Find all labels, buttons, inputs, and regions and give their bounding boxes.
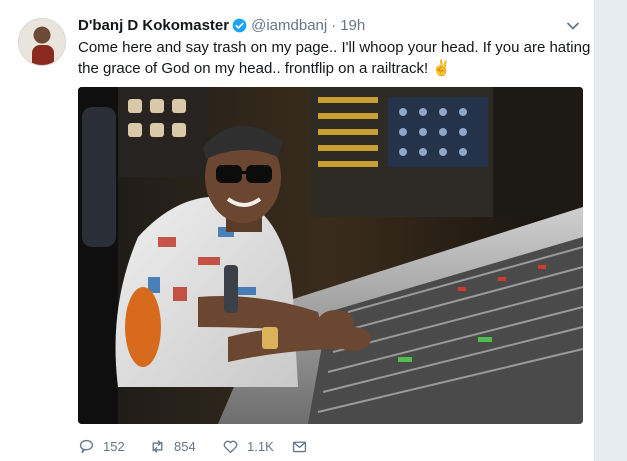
tweet-actions: 152 854 1.1K bbox=[78, 436, 308, 456]
tweet-text: Come here and say trash on my page.. I'l… bbox=[78, 37, 591, 79]
tweet-text-line-1: Come here and say trash on my page.. I'l… bbox=[78, 39, 591, 56]
retweet-button[interactable]: 854 bbox=[149, 438, 208, 455]
heart-icon bbox=[223, 440, 238, 453]
timestamp[interactable]: 19h bbox=[340, 17, 365, 34]
tweet-header: D'banj D Kokomaster @iamdbanj · 19h bbox=[78, 15, 365, 35]
reply-icon bbox=[79, 439, 94, 453]
verified-badge-icon bbox=[232, 18, 247, 32]
tweet-text-line-2: the grace of God on my head.. frontflip … bbox=[78, 60, 452, 77]
retweet-icon bbox=[152, 439, 163, 453]
like-button[interactable]: 1.1K bbox=[222, 438, 281, 455]
studio-photo-illustration bbox=[78, 87, 583, 424]
chevron-down-icon[interactable] bbox=[566, 19, 580, 33]
handle[interactable]: @iamdbanj bbox=[251, 17, 327, 34]
reply-count: 152 bbox=[103, 438, 125, 454]
separator-dot: · bbox=[331, 16, 337, 34]
avatar[interactable] bbox=[18, 18, 66, 66]
tweet-photo[interactable] bbox=[78, 87, 583, 424]
envelope-icon bbox=[292, 441, 307, 452]
direct-message-button[interactable] bbox=[291, 438, 308, 455]
tweet-card[interactable]: D'banj D Kokomaster @iamdbanj · 19h Come… bbox=[0, 0, 595, 461]
reply-button[interactable]: 152 bbox=[78, 438, 149, 455]
like-count: 1.1K bbox=[247, 438, 274, 454]
display-name[interactable]: D'banj D Kokomaster bbox=[78, 17, 229, 34]
retweet-count: 854 bbox=[174, 438, 196, 454]
avatar-figure bbox=[32, 45, 54, 65]
